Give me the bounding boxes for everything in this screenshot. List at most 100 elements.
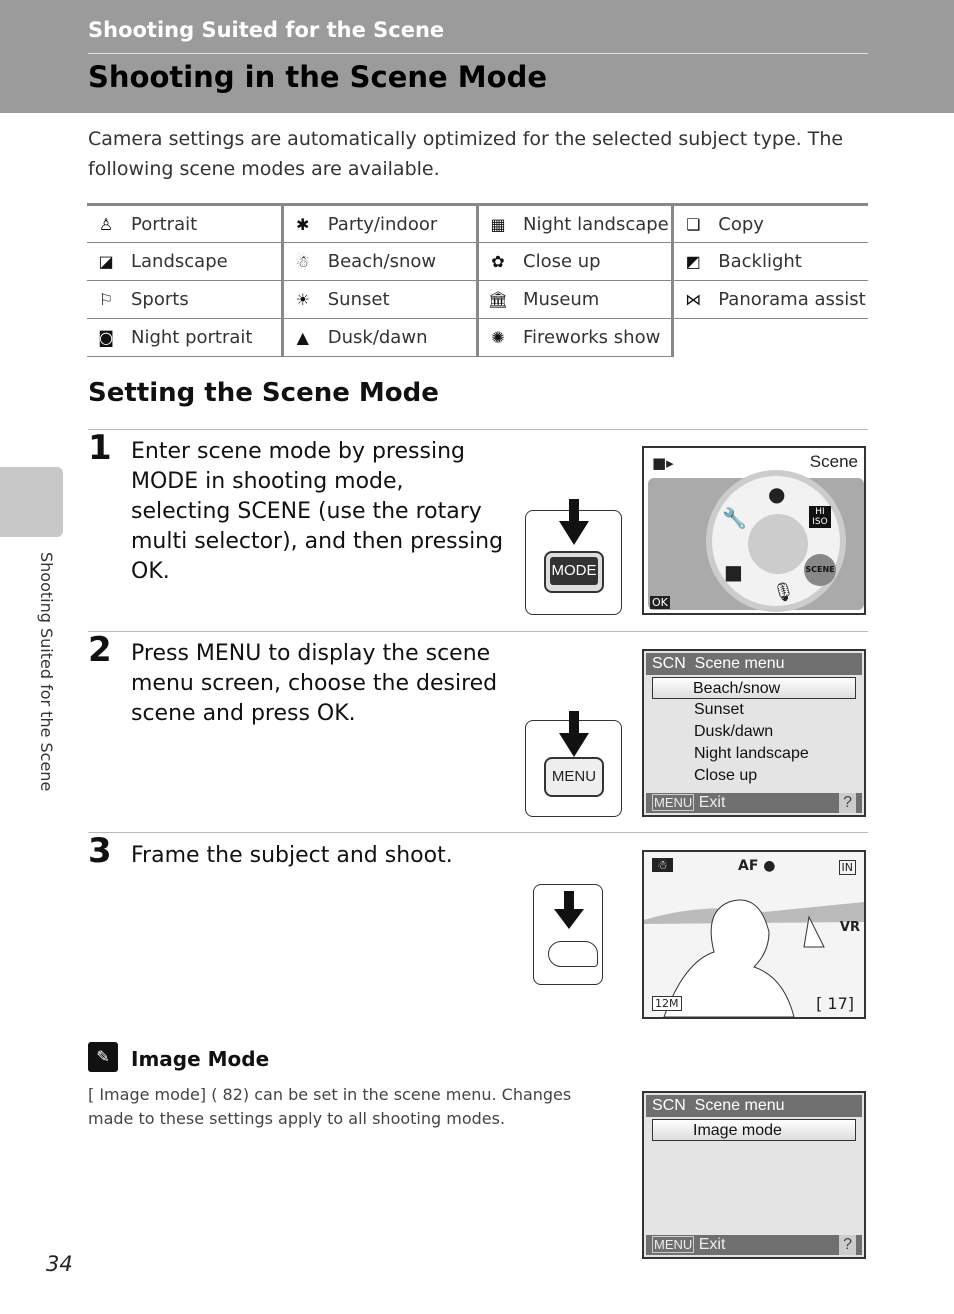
section-title: Shooting Suited for the Scene [88,18,445,42]
panorama-assist-icon: ⋈ [685,290,702,309]
scene-mode-cell: ✺ Fireworks show [475,318,673,357]
scene-mode-cell: ☃ Beach/snow [280,242,478,281]
section-heading: Setting the Scene Mode [88,378,439,408]
menu-footer: MENU Exit? [646,793,862,813]
camera-icon: ■▸ [652,454,674,472]
scene-mode-label: Night portrait [131,327,253,348]
voice-icon: 🎙 [772,582,795,603]
scene-mode-label: Copy [718,213,764,235]
scene-mode-table: ♙ Portrait ✱ Party/indoor ▦ Night landscape ❏ C… [87,203,868,357]
note-text: [ Image mode] ( 82) can be set in the sc… [88,1085,572,1128]
step-number: 2 [88,630,112,670]
hi-iso-icon: HI ISO [809,506,831,528]
menu-badge: MENU [652,1236,695,1253]
scn-badge: SCN [652,655,686,672]
menu-item[interactable]: Beach/snow [652,677,856,699]
step-number: 1 [88,428,112,468]
scene-mode-label: Museum [523,289,600,310]
exit-label: Exit [698,1236,726,1253]
menu-item[interactable]: Close up [644,765,864,787]
scene-mode-cell: 🏛 Museum [475,280,673,319]
scene-icon: SCENE [804,554,836,586]
scene-mode-label: Sunset [327,289,390,310]
note-title: Image Mode [131,1047,270,1071]
party-icon: ✱ [296,214,310,234]
scene-mode-cell: ▲ Dusk/dawn [280,318,478,357]
menu-item[interactable]: Image mode [652,1119,856,1141]
scene-mode-cell: ✱ Party/indoor [280,203,478,243]
shooting-screen: ☃ AF ● IN VR 12M [ 17] [642,850,866,1019]
beach-snow-icon: ☃ [295,252,310,271]
page-title: Shooting in the Scene Mode [88,60,548,94]
ok-icon: OK [650,596,670,609]
step-text: Frame the subject and shoot. [131,843,453,868]
menu-title: Scene menu [694,655,785,672]
fireworks-icon: ✺ [491,328,505,347]
scene-mode-label: Portrait [131,213,198,235]
help-icon: ? [839,793,856,813]
copy-icon: ❏ [686,214,701,234]
scene-menu-image-mode-screen: SCN Scene menu Image mode MENU Exit? [642,1091,866,1259]
help-icon: ? [839,1235,856,1255]
backlight-icon: ◩ [685,252,701,271]
exit-label: Exit [698,794,726,811]
scene-mode-cell: ✿ Close up [475,242,673,281]
scene-mode-cell: ◪ Landscape [87,242,283,281]
scene-mode-label: Dusk/dawn [327,327,428,348]
menu-footer: MENU Exit? [646,1235,862,1255]
menu-header: SCN Scene menu [646,1095,862,1117]
table-row: ◙ Night portrait ▲ Dusk/dawn ✺ Fireworks show [87,318,868,357]
shutter-button-illustration [533,884,603,985]
divider [88,631,868,632]
night-portrait-icon: ◙ [98,328,114,347]
scene-mode-cell: ▦ Night landscape [475,203,673,243]
menu-button-label: MENU [544,757,604,797]
arrow-down-icon [559,711,589,761]
af-label: AF [738,858,759,874]
scene-mode-label: Fireworks show [523,327,661,348]
scene-mode-cell: ◩ Backlight [671,242,868,281]
scene-mode-label: Night landscape [523,213,669,235]
internal-memory-icon: IN [838,860,856,875]
scene-mode-cell: ♙ Portrait [87,203,283,243]
sports-icon: ⚐ [98,290,114,309]
table-row: ◪ Landscape ☃ Beach/snow ✿ Close up ◩ Backlight [87,242,868,281]
scene-mode-label: Beach/snow [327,251,437,272]
mode-button-label: MODE [550,557,598,585]
mode-button-illustration: MODE [525,499,622,615]
scene-mode-cell: ◙ Night portrait [87,318,283,357]
af-indicator: AF ● [738,858,776,874]
menu-title: Scene menu [694,1097,785,1114]
side-tab-label: Shooting Suited for the Scene [37,552,56,792]
scene-mode-cell: ☀ Sunset [280,280,478,319]
scene-menu-screen: SCN Scene menu Beach/snow Sunset Dusk/da… [642,649,866,817]
menu-item[interactable]: Sunset [644,699,864,721]
beach-snow-icon: ☃ [652,858,673,872]
step-text: Enter scene mode by pressing MODE in sho… [131,439,504,584]
note-icon: ✎ [88,1042,118,1072]
scene-mode-label: Panorama assist [718,289,866,310]
movie-icon: ■ [724,560,743,584]
page-number: 34 [46,1252,73,1276]
dusk-dawn-icon: ▲ [296,328,309,347]
header-divider [88,53,868,54]
scn-badge: SCN [652,1097,686,1114]
step-number: 3 [88,831,112,871]
scene-mode-cell: ❏ Copy [671,203,868,243]
portrait-icon: ♙ [98,214,114,234]
scene-mode-cell: ⚐ Sports [87,280,283,319]
intro-text: Camera settings are automatically optimi… [88,128,844,180]
exposures-remaining: [ 17] [816,994,854,1013]
menu-item[interactable]: Night landscape [644,743,864,765]
image-size-icon: 12M [652,996,682,1011]
divider [88,429,868,430]
arrow-down-icon [559,499,589,549]
camera-screen-mode-select: ■▸ Scene ● HI ISO SCENE 🔧 ■ 🎙 OK [642,446,866,615]
arrow-down-icon [554,891,584,935]
screen-label: Scene [809,452,858,471]
finger-icon [548,941,598,967]
menu-button-illustration: MENU [525,711,622,817]
menu-item[interactable]: Dusk/dawn [644,721,864,743]
scene-mode-label: Backlight [718,251,802,272]
setup-icon: 🔧 [722,506,747,530]
